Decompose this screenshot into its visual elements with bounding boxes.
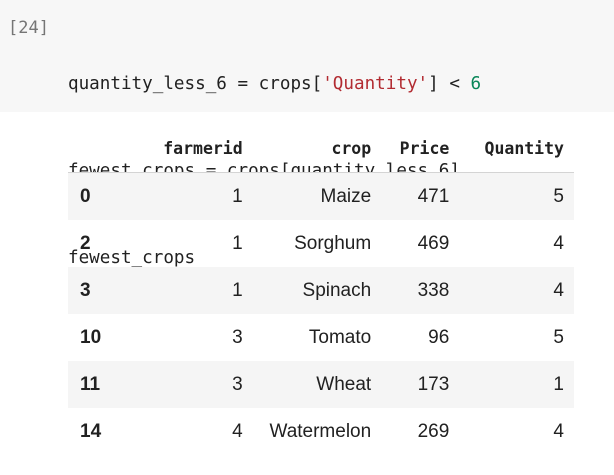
column-header-price: Price [381,124,460,173]
column-header-quantity: Quantity [459,124,574,173]
cell-crop: Maize [320,185,372,207]
cell-farmerid: 1 [232,279,243,301]
table-row: 0 1 Maize 471 5 [68,172,574,220]
dataframe-table: farmerid crop Price Quantity 0 1 Maize 4… [68,124,574,455]
column-header-crop: crop [252,124,382,173]
cell-crop: Spinach [302,279,372,301]
row-index: 3 [80,279,91,301]
cell-price: 469 [417,232,450,254]
cell-farmerid: 4 [232,420,243,442]
cell-quantity: 4 [553,232,564,254]
cell-farmerid: 1 [232,185,243,207]
code-token: ] < [428,74,471,94]
cell-farmerid: 3 [232,373,243,395]
cell-price: 173 [417,373,450,395]
cell-price: 269 [417,420,450,442]
cell-crop: Watermelon [269,420,372,442]
row-index: 2 [80,232,91,254]
execution-count-prompt: [24] [8,18,49,38]
cell-crop: Sorghum [294,232,372,254]
cell-price: 96 [428,326,450,348]
cell-crop: Tomato [308,326,372,348]
row-index: 14 [80,420,102,442]
code-token: quantity_less_6 = crops[ [68,74,323,94]
code-string-token: 'Quantity' [322,74,429,94]
cell-quantity: 1 [553,373,564,395]
cell-output: farmerid crop Price Quantity 0 1 Maize 4… [68,124,574,455]
cell-quantity: 5 [553,185,564,207]
table-row: 10 3 Tomato 96 5 [68,314,574,361]
cell-quantity: 5 [553,326,564,348]
code-cell-input[interactable]: [24] quantity_less_6 = crops['Quantity']… [0,0,614,268]
code-number-token: 6 [470,74,482,94]
cell-quantity: 4 [553,279,564,301]
table-row: 2 1 Sorghum 469 4 [68,220,574,267]
code-line-1: quantity_less_6 = crops['Quantity'] < 6 [68,70,481,99]
cell-price: 471 [417,185,450,207]
row-index: 0 [80,185,91,207]
column-header-index [68,124,139,173]
cell-quantity: 4 [553,420,564,442]
cell-farmerid: 1 [232,232,243,254]
cell-crop: Wheat [316,373,372,395]
column-header-farmerid: farmerid [138,124,253,173]
row-index: 10 [80,326,102,348]
row-index: 11 [80,373,101,395]
cell-price: 338 [417,279,450,301]
table-row: 3 1 Spinach 338 4 [68,267,574,314]
table-row: 14 4 Watermelon 269 4 [68,408,574,455]
table-header-row: farmerid crop Price Quantity [68,124,574,173]
table-row: 11 3 Wheat 173 1 [68,361,574,408]
cell-farmerid: 3 [232,326,243,348]
